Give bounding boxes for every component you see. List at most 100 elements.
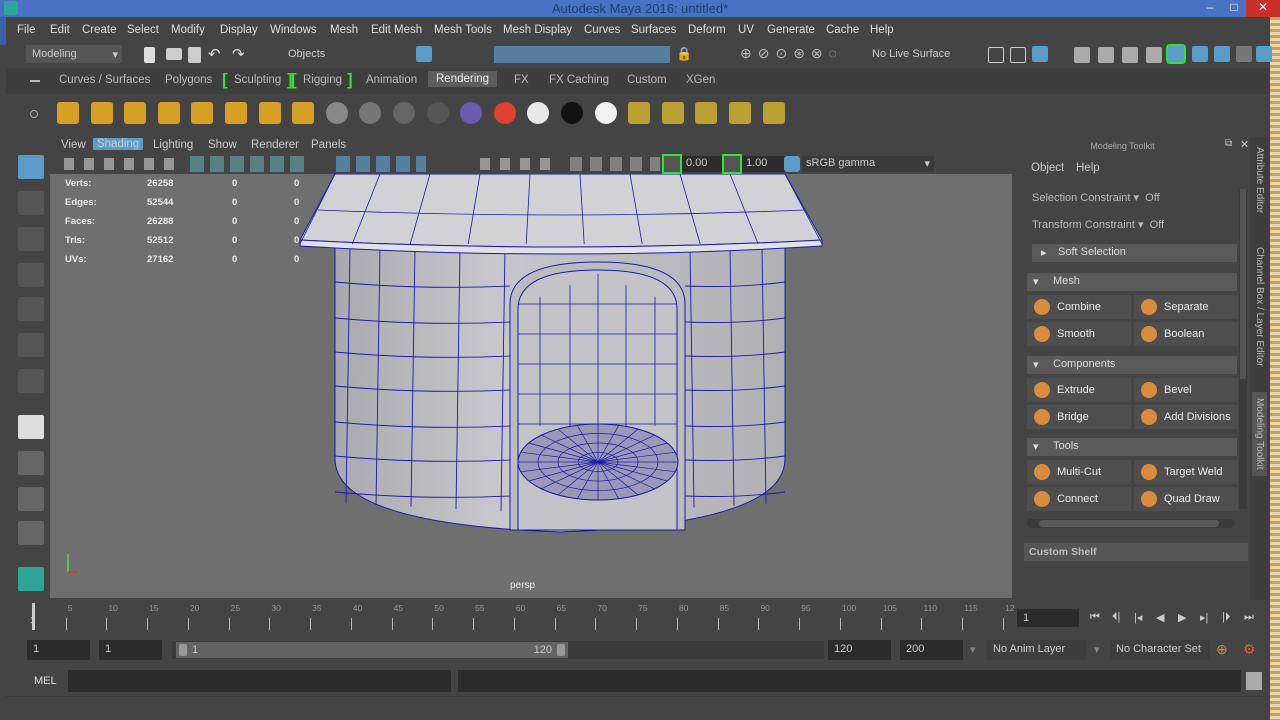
menu-mesh-tools[interactable]: Mesh Tools xyxy=(434,24,492,36)
transform-constraint-dropdown[interactable]: Transform Constraint ▾ Off xyxy=(1032,218,1164,231)
range-start-field[interactable]: 1 xyxy=(27,640,90,660)
menu-surfaces[interactable]: Surfaces xyxy=(631,24,676,36)
tool-settings-toggle-icon[interactable] xyxy=(1214,46,1230,62)
viewport-menu-lighting[interactable]: Lighting xyxy=(153,139,193,151)
snap-icons[interactable]: ⊕⊘⊙⊛⊗◌ xyxy=(740,45,865,62)
layer-editor-toggle-icon[interactable] xyxy=(1256,46,1272,62)
render-settings-icon[interactable] xyxy=(1146,47,1162,63)
menu-create[interactable]: Create xyxy=(82,24,117,36)
custom-shelf-section[interactable]: Custom Shelf xyxy=(1024,543,1248,561)
tab-modeling-toolkit[interactable]: Modeling Toolkit xyxy=(1252,392,1267,476)
current-frame-field[interactable]: 1 xyxy=(1017,609,1079,627)
step-forward-frame-button[interactable]: ▸| xyxy=(1200,611,1208,624)
construction-history-icon[interactable] xyxy=(1032,46,1048,62)
save-scene-icon[interactable] xyxy=(188,47,201,63)
menu-curves[interactable]: Curves xyxy=(584,24,620,36)
render-icon[interactable] xyxy=(628,102,651,124)
menu-display[interactable]: Display xyxy=(220,24,258,36)
light-icon[interactable] xyxy=(90,102,113,124)
last-tool-icon[interactable] xyxy=(18,369,44,393)
menuset-dropdown[interactable]: Modeling ▾ xyxy=(26,45,122,63)
shelf-tab-xgen[interactable]: XGen xyxy=(686,74,715,86)
range-slider-track[interactable]: 1 120 xyxy=(172,641,824,659)
chevron-down-icon[interactable]: ▾ xyxy=(1094,643,1100,656)
selection-mode-dropdown[interactable]: Objects xyxy=(282,45,382,63)
shelf-tab-fx-caching[interactable]: FX Caching xyxy=(549,74,609,86)
menu-edit[interactable]: Edit xyxy=(50,24,70,36)
range-end-field[interactable]: 200 xyxy=(900,640,963,660)
light-icon[interactable] xyxy=(225,102,247,124)
menu-select[interactable]: Select xyxy=(127,24,159,36)
menu-windows[interactable]: Windows xyxy=(270,24,317,36)
move-tool-icon[interactable] xyxy=(18,263,44,287)
extrude-button[interactable]: Extrude xyxy=(1027,378,1131,402)
viewport-menu-panels[interactable]: Panels xyxy=(311,139,346,151)
select-by-object-icon[interactable] xyxy=(416,46,432,62)
shelf-menu-icon[interactable] xyxy=(30,80,40,82)
shelf-tab-curves-surfaces[interactable]: Curves / Surfaces xyxy=(59,74,150,86)
outliner-layout-icon[interactable] xyxy=(18,487,44,511)
range-slider-bar[interactable]: 1 120 xyxy=(176,642,568,658)
menu-mesh-display[interactable]: Mesh Display xyxy=(503,24,572,36)
anim-layer-dropdown[interactable]: No Anim Layer xyxy=(987,640,1087,660)
viewport-menu-show[interactable]: Show xyxy=(208,139,237,151)
target-weld-button[interactable]: Target Weld xyxy=(1134,460,1238,484)
selection-mask-icons[interactable] xyxy=(494,46,670,63)
selection-constraint-dropdown[interactable]: Selection Constraint ▾ Off xyxy=(1032,191,1160,204)
menu-file[interactable]: File xyxy=(17,24,36,36)
connect-button[interactable]: Connect xyxy=(1027,487,1131,511)
toolkit-menu-object[interactable]: Object xyxy=(1031,162,1064,174)
attribute-editor-toggle-icon[interactable] xyxy=(1192,46,1208,62)
lock-icon[interactable]: 🔒 xyxy=(676,46,692,62)
perspective-viewport[interactable]: Verts: 26258 0 0 Edges: 52544 0 0 Faces: 26288 0 0 T… xyxy=(50,174,1012,598)
isolate-icons[interactable] xyxy=(570,157,660,171)
render-icon[interactable] xyxy=(762,102,785,124)
sphere-icon[interactable] xyxy=(393,102,415,124)
single-perspective-layout-icon[interactable] xyxy=(18,415,44,439)
scale-tool-icon[interactable] xyxy=(18,333,44,357)
color-management-icon[interactable] xyxy=(784,156,800,172)
separate-button[interactable]: Separate xyxy=(1134,295,1238,319)
toolkit-horizontal-scrollbar[interactable] xyxy=(1027,519,1235,528)
render-frame-icon[interactable] xyxy=(1098,47,1114,63)
toolkit-vertical-scrollbar[interactable] xyxy=(1239,189,1247,509)
chevron-down-icon[interactable]: ▾ xyxy=(970,643,976,656)
menu-cache[interactable]: Cache xyxy=(826,24,859,36)
multi-cut-button[interactable]: Multi-Cut xyxy=(1027,460,1131,484)
paint-select-tool-icon[interactable] xyxy=(18,227,44,251)
viewport-menu-shading[interactable]: Shading xyxy=(93,138,144,150)
render-icon[interactable] xyxy=(661,102,684,124)
bevel-button[interactable]: Bevel xyxy=(1134,378,1238,402)
viewport-menu-view[interactable]: View xyxy=(61,139,86,151)
play-backwards-button[interactable]: ◀ xyxy=(1156,611,1164,624)
menu-mesh[interactable]: Mesh xyxy=(330,24,358,36)
menu-uv[interactable]: UV xyxy=(738,24,754,36)
add-divisions-button[interactable]: Add Divisions xyxy=(1134,405,1238,429)
scrollbar-thumb[interactable] xyxy=(1240,189,1246,379)
command-input[interactable] xyxy=(68,670,451,692)
quad-draw-button[interactable]: Quad Draw xyxy=(1134,487,1238,511)
soft-selection-section[interactable]: ▸ Soft Selection xyxy=(1032,244,1237,262)
command-language-label[interactable]: MEL xyxy=(34,675,57,687)
section-components[interactable]: ▾ Components xyxy=(1027,356,1237,374)
step-back-frame-button[interactable]: |◂ xyxy=(1134,611,1142,624)
go-to-end-button[interactable]: ⏭ xyxy=(1244,611,1254,624)
shelf-tab-rendering[interactable]: Rendering xyxy=(428,71,498,87)
graph-layout-icon[interactable] xyxy=(18,521,44,545)
menu-deform[interactable]: Deform xyxy=(688,24,726,36)
step-forward-key-button[interactable]: |⏵ xyxy=(1222,611,1230,624)
camera-tools-icons[interactable] xyxy=(64,158,184,170)
gamma-icon[interactable] xyxy=(722,154,742,174)
exposure-icon[interactable] xyxy=(662,154,682,174)
tab-channel-box-layer-editor[interactable]: Channel Box / Layer Editor xyxy=(1254,247,1265,367)
lasso-tool-icon[interactable] xyxy=(18,191,44,215)
current-time-marker[interactable] xyxy=(32,603,35,630)
select-tool-icon[interactable] xyxy=(18,155,44,179)
shelf-tab-custom[interactable]: Custom xyxy=(627,74,667,86)
render-icon[interactable] xyxy=(695,102,718,124)
float-panel-icon[interactable]: ⧉ xyxy=(1225,138,1232,149)
ipr-render-icon[interactable] xyxy=(1122,47,1138,63)
undo-icon[interactable]: ↶ xyxy=(208,45,221,63)
viewport-menu-renderer[interactable]: Renderer xyxy=(251,139,299,151)
lighting-mode-icons[interactable] xyxy=(480,158,560,170)
